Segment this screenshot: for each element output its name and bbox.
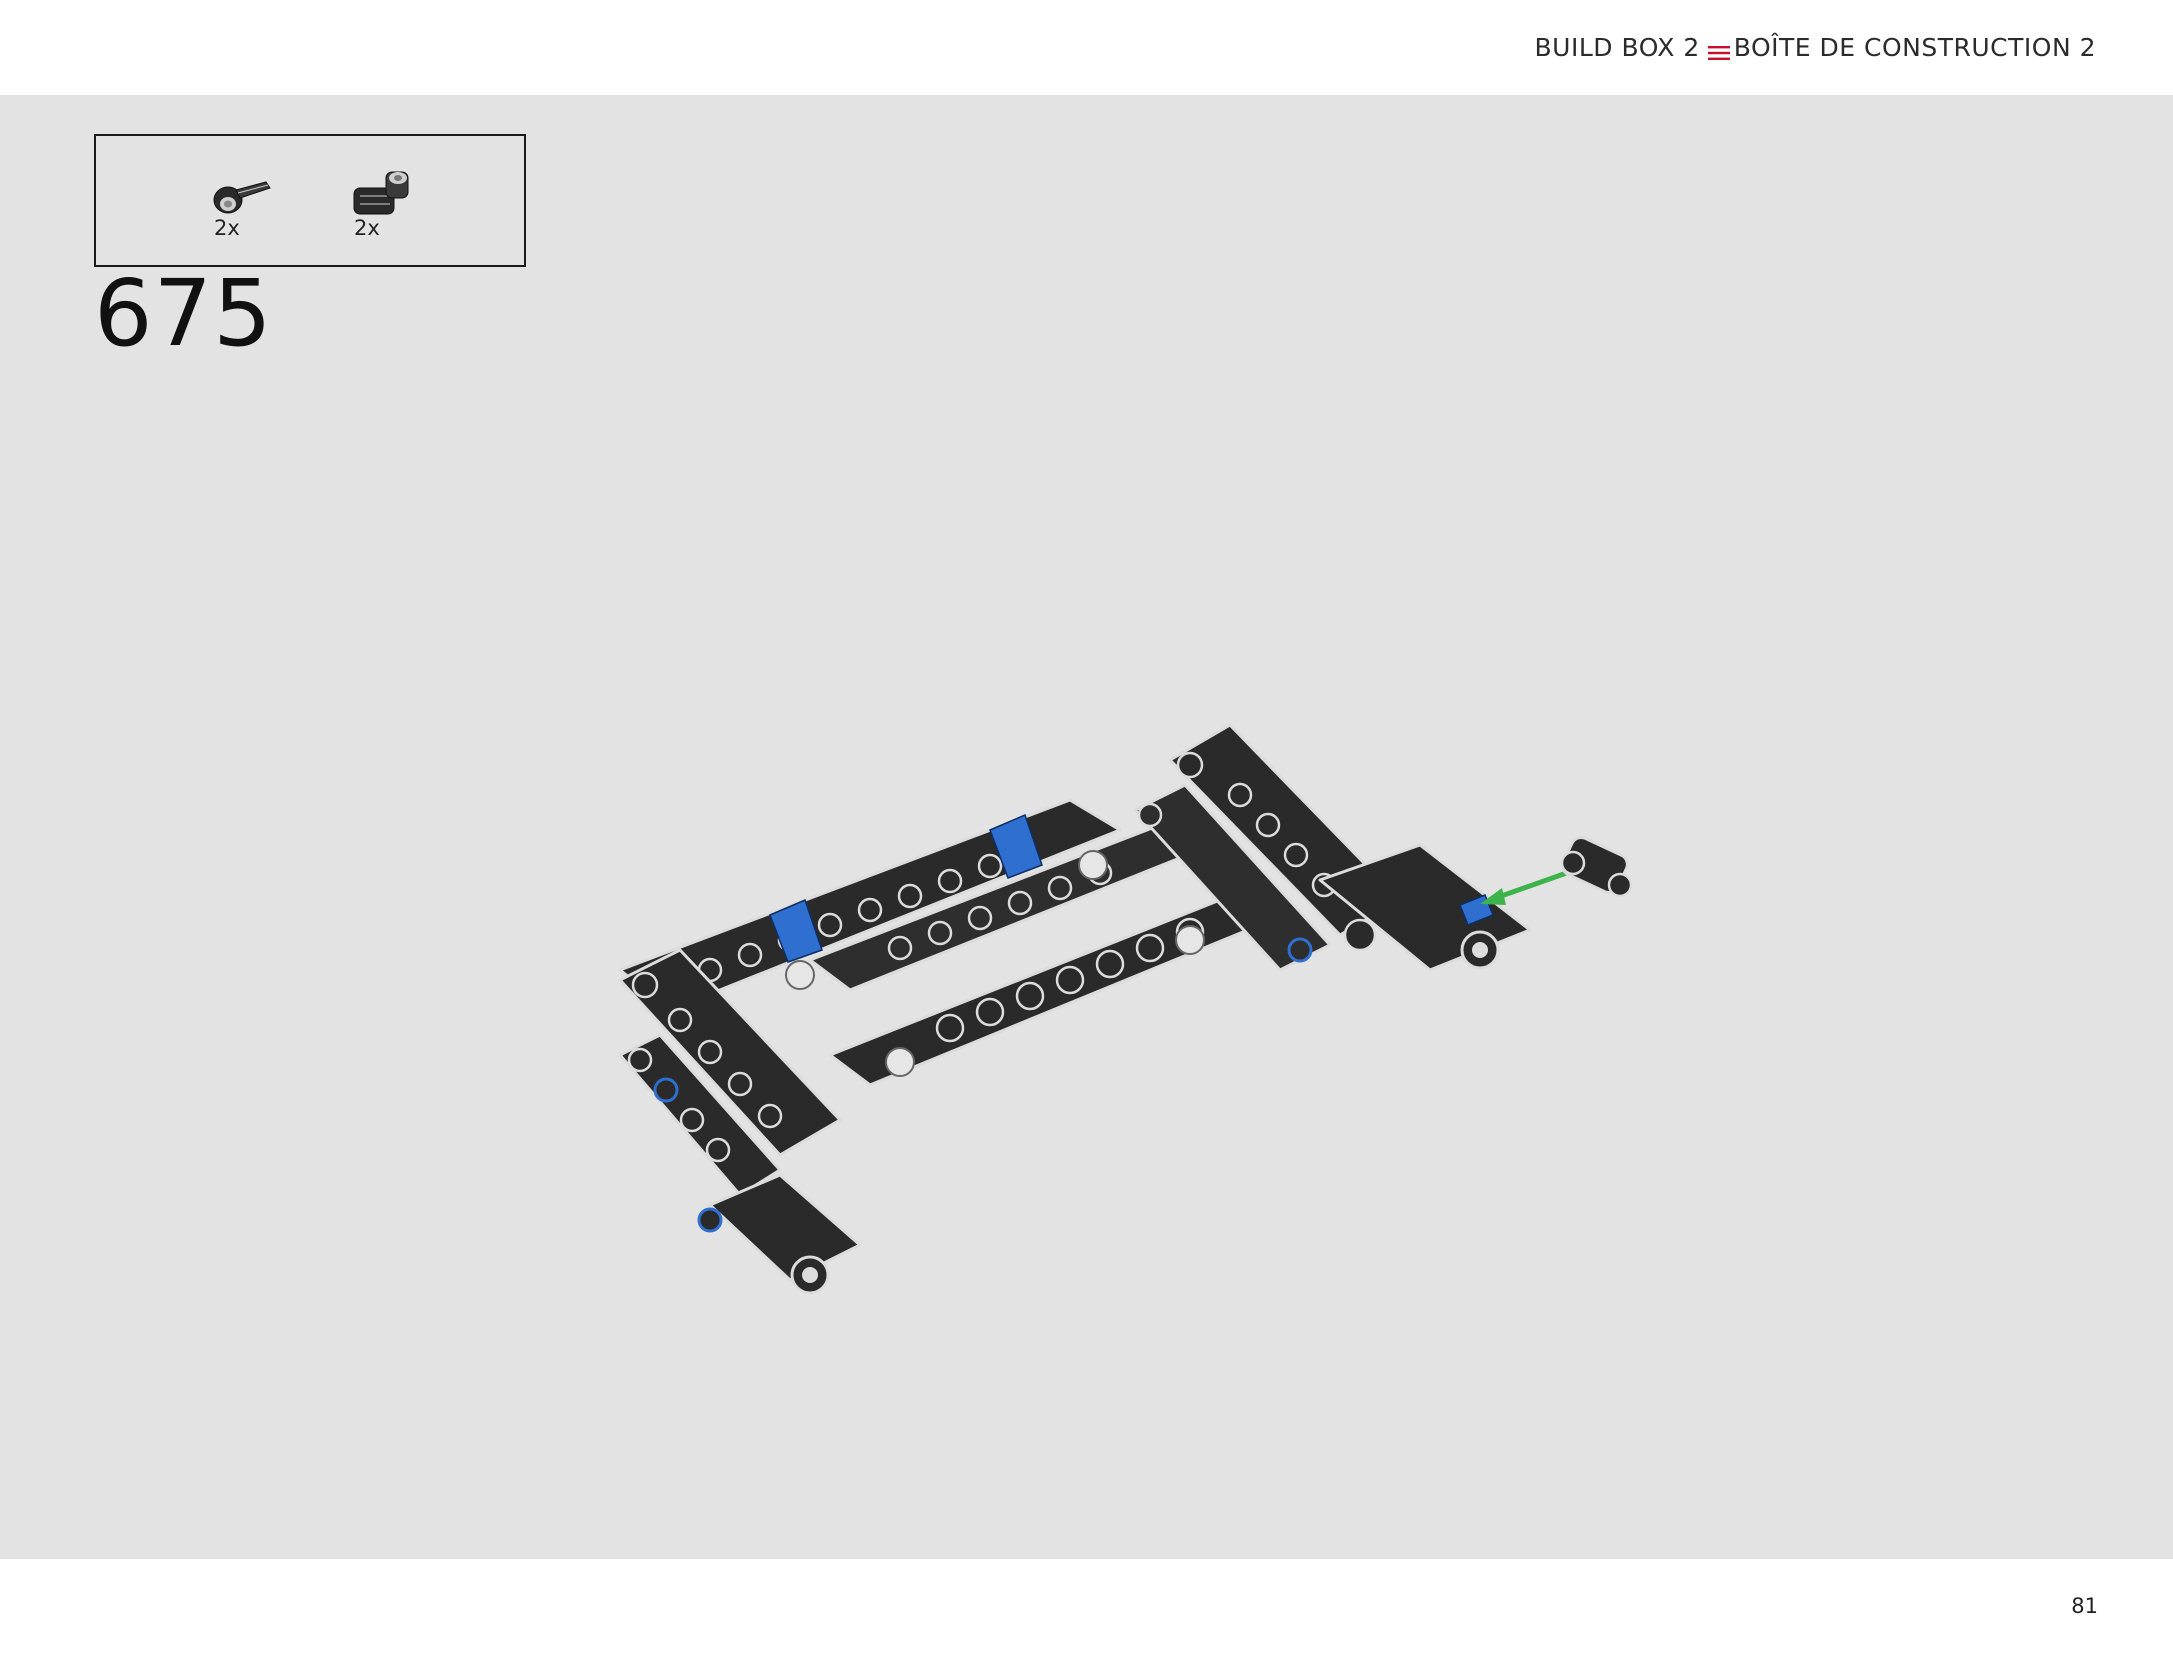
header-title: BUILD BOX 2 BOÎTE DE CONSTRUCTION 2 [1535,33,2096,62]
page-footer [0,1559,2173,1654]
part-quantity: 2x [354,216,380,240]
page-number: 81 [2071,1594,2098,1618]
triple-line-icon [1707,38,1730,60]
lego-technic-chassis-assembly-icon [600,700,1660,1330]
green-arrow-icon [1480,867,1576,905]
header-title-en: BUILD BOX 2 [1534,33,1700,62]
technic-pin-connector-perpendicular [1560,835,1633,898]
header-title-fr: BOÎTE DE CONSTRUCTION 2 [1733,33,2096,62]
parts-callout-box: 2x 2x [94,134,526,267]
parts-callout-item [346,166,436,256]
step-number: 675 [94,260,273,367]
part-quantity: 2x [214,216,240,240]
page-header: BUILD BOX 2 BOÎTE DE CONSTRUCTION 2 [0,0,2173,95]
parts-callout-item [206,166,296,256]
technic-connector [697,1173,862,1295]
